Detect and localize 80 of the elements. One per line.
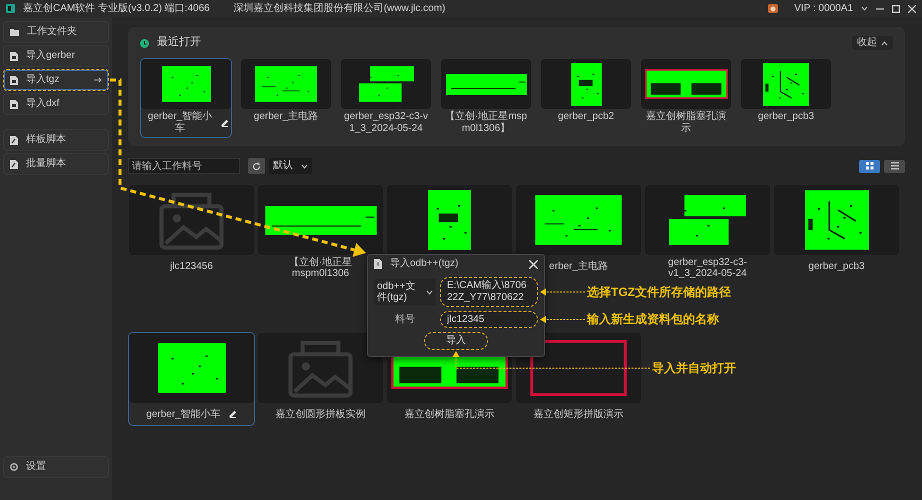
pcb-drawing [255,66,317,102]
list-view-button[interactable] [884,160,905,172]
grid-view-icon [866,162,874,170]
company-name: 深圳嘉立创科技集团股份有限公司(www.jlc.com) [234,2,446,14]
leader-line [540,288,586,296]
edit-icon[interactable] [228,410,237,418]
card-label: 【立创·地正星mspm0l1306 [288,257,354,279]
name-field[interactable]: jlc12345 [440,311,538,328]
close-icon[interactable] [908,4,916,12]
card-label: erber_主电路 [549,260,608,272]
card-label: gerber_pcb2 [556,111,616,123]
card-label: 嘉立创树脂塞孔演示 [404,408,494,420]
import-button[interactable]: 导入 [424,332,488,350]
refresh-icon [252,162,261,170]
clock-icon [140,38,149,48]
card-label: 【立创·地正星mspm0l1306】 [444,111,528,135]
file-type-dropdown[interactable]: odb++文件(tgz) [374,279,436,305]
avatar-icon[interactable] [768,4,778,13]
caret-down-icon [301,164,308,168]
pcb-drawing [804,190,868,250]
maximize-icon[interactable] [892,4,900,12]
card-label: gerber_pcb3 [756,111,816,123]
refresh-button[interactable] [248,158,265,174]
app-logo-icon [6,4,15,13]
card-label: gerber_主电路 [252,111,320,123]
sidebar-item[interactable]: 样板脚本 [3,129,109,151]
card-label: gerber_esp32-c3-v1_3_2024-05-24 [343,111,429,135]
file-icon [10,52,18,60]
path-field[interactable]: E:\CAM输入\870622Z_Y77\870622 [440,277,538,307]
recent-card[interactable]: gerber_智能小车 [140,58,232,138]
sidebar-item[interactable]: 批量脚本 [3,153,109,175]
leader-line [540,316,586,324]
pcb-drawing [158,343,226,393]
caret-up-icon [881,40,888,46]
sidebar-item[interactable]: 工作文件夹 [3,21,109,43]
sidebar-item[interactable]: 导入gerber [3,45,109,67]
pcb-drawing [763,62,809,106]
card-label: jlc123456 [170,260,213,272]
search-field[interactable]: 请输入工作料号 [128,158,240,174]
edit-icon[interactable] [221,119,229,127]
pcb-drawing [358,66,414,102]
dialog-title: 导入odb++(tgz) [390,258,458,270]
grid-view-button[interactable] [859,160,880,172]
pcb-drawing [162,66,210,102]
file-icon [10,76,18,84]
list-view-icon [890,162,898,170]
pcb-drawing [570,62,602,106]
sidebar-item[interactable]: 导入tgz [3,69,109,91]
file-icon [10,100,18,108]
annotation-text: 导入并自动打开 [652,361,736,376]
card-label: gerber_esp32-c3-v1_3_2024-05-24 [667,257,748,279]
card-label: 嘉立创圆形拼板实例 [276,408,366,420]
project-card[interactable]: gerber_智能小车 [128,332,255,426]
folder-icon [10,28,19,36]
dropdown-caret-icon [861,6,868,11]
card-label: gerber_pcb3 [808,260,865,272]
file-icon [374,259,382,269]
card-label: 嘉立创矩形拼版演示 [534,408,624,420]
section-title: 最近打开 [157,36,201,50]
account-label: VIP : 0000A1 [794,2,853,14]
image-placeholder-icon [159,190,224,250]
field-label: 料号 [394,314,416,326]
sidebar-item[interactable]: 导入dxf [3,93,109,115]
close-icon[interactable] [529,260,538,268]
card-label: gerber_智能小车 [146,408,221,420]
annotation-text: 输入新生成资料包的名称 [587,312,719,327]
collapse-button[interactable]: 收起 [852,36,893,50]
card-label: gerber_智能小车 [146,111,214,135]
arrow-right-icon [94,77,102,83]
card-label: 嘉立创树脂塞孔演示 [645,111,727,135]
sort-dropdown[interactable]: 默认 [269,158,312,174]
pcb-drawing [428,190,471,250]
image-placeholder-icon [288,338,353,398]
settings-icon [10,463,18,471]
app-title: 嘉立创CAM软件 专业版(v3.0.2) 端口:4066 [23,2,210,14]
script-icon [10,160,18,168]
annotation-text: 选择TGZ文件所存储的路径 [587,284,731,300]
script-icon [10,136,18,144]
caret-down-icon [426,290,433,294]
settings-item[interactable]: 设置 [3,456,109,478]
